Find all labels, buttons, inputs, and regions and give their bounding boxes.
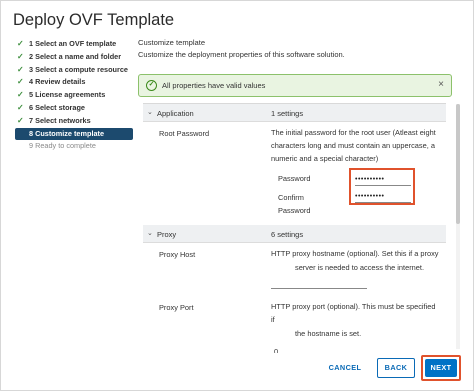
success-check-icon: ✓ [146,80,157,91]
group-count: 1 settings [271,109,304,118]
next-button-highlight: NEXT [421,355,461,381]
proxy-port-input[interactable]: 0 [274,347,278,353]
close-icon[interactable]: × [438,79,444,90]
step-label: 5 License agreements [29,90,106,100]
confirm-label: Confirm [278,193,304,202]
proxy-port-label: Proxy Port [159,303,194,312]
check-icon: ✓ [17,90,24,100]
proxy-port-desc: HTTP proxy port (optional). This must be… [271,302,436,311]
group-proxy-header[interactable]: ⌄ Proxy 6 settings [143,225,446,243]
group-count: 6 settings [271,230,304,239]
check-icon: ✓ [17,77,24,87]
check-icon: ✓ [17,115,24,125]
step-label: 9 Ready to complete [29,141,96,151]
wizard-steps: ✓ 1 Select an OVF template ✓ 2 Select a na… [15,38,133,153]
step-8-active[interactable]: 8 Customize template [15,127,133,141]
step-label: 3 Select a compute resource [29,64,128,74]
step-label: 4 Review details [29,77,86,87]
step-9: 9 Ready to complete [15,140,133,153]
step-7[interactable]: ✓ 7 Select networks [15,115,133,128]
next-button[interactable]: NEXT [425,359,457,377]
dialog-title: Deploy OVF Template [13,11,175,29]
step-label: 2 Select a name and folder [29,51,122,61]
proxy-host-label: Proxy Host [159,250,196,259]
step-1[interactable]: ✓ 1 Select an OVF template [15,38,133,51]
step-3[interactable]: ✓ 3 Select a compute resource [15,64,133,77]
step-label: 7 Select networks [29,115,91,125]
desc-line: The initial password for the root user (… [271,128,436,137]
step-5[interactable]: ✓ 5 License agreements [15,89,133,102]
step-4[interactable]: ✓ 4 Review details [15,76,133,89]
password-input[interactable]: •••••••••• [355,174,411,186]
check-icon: ✓ [17,39,24,48]
deploy-ovf-dialog: Deploy OVF Template ✓ 1 Select an OVF tem… [0,0,474,391]
dialog-footer: CANCEL BACK NEXT [1,355,474,381]
panel-scrollbar[interactable] [456,104,460,349]
content-header: Customize template Customize the deploym… [138,38,460,59]
check-icon: ✓ [17,102,24,112]
content-subheading: Customize the deployment properties of t… [138,50,345,59]
root-password-label: Root Password [159,129,210,138]
step-2[interactable]: ✓ 2 Select a name and folder [15,51,133,64]
check-icon: ✓ [17,64,24,74]
proxy-host-desc: HTTP proxy hostname (optional). Set this… [271,249,439,258]
alert-text: All properties have valid values [162,81,266,90]
properties-panel: ⌄ Application 1 settings Root Password T… [143,103,446,353]
step-6[interactable]: ✓ 6 Select storage [15,102,133,115]
scrollbar-thumb[interactable] [456,104,460,224]
step-label: 6 Select storage [29,102,85,112]
confirm-label-2: Password [278,206,311,215]
chevron-down-icon[interactable]: ⌄ [147,108,153,116]
password-highlight-box: •••••••••• •••••••••• [349,168,415,205]
cancel-button[interactable]: CANCEL [322,358,368,378]
group-name: Proxy [157,230,177,239]
step-label: 1 Select an OVF template [29,39,117,48]
success-alert: ✓ All properties have valid values × [138,74,452,97]
group-name: Application [157,109,194,118]
proxy-port-desc-3: the hostname is set. [295,329,362,338]
proxy-port-desc-2: if [271,315,275,324]
step-label: 8 Customize template [29,128,105,138]
back-button[interactable]: BACK [377,358,415,378]
password-label: Password [278,174,311,183]
confirm-password-input[interactable]: •••••••••• [355,191,411,203]
content-heading: Customize template [138,38,206,47]
chevron-down-icon[interactable]: ⌄ [147,229,153,237]
root-password-desc: The initial password for the root user (… [271,126,436,165]
proxy-host-desc-2: server is needed to access the internet. [295,263,424,272]
proxy-host-input[interactable] [271,288,367,289]
check-icon: ✓ [17,51,24,61]
desc-line: characters long and must contain an uppe… [271,141,435,150]
group-application-header[interactable]: ⌄ Application 1 settings [143,104,446,122]
desc-line: numeric and a special character) [271,154,379,163]
